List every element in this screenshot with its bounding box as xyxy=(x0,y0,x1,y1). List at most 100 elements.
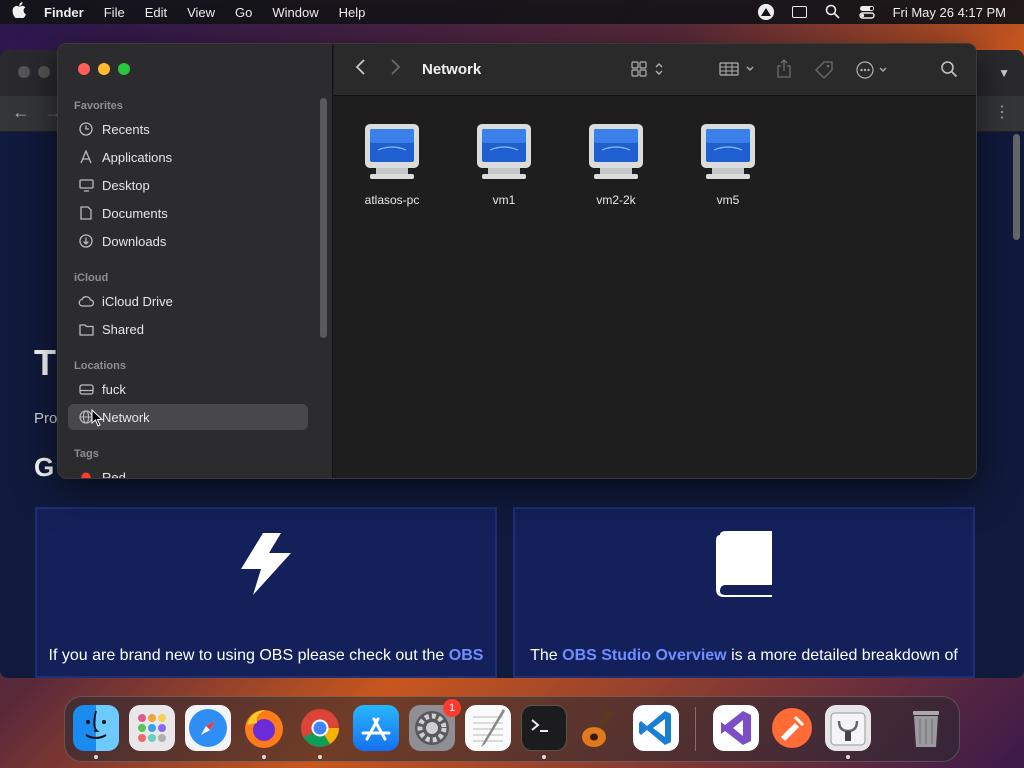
sidebar-item-label: Applications xyxy=(102,149,173,165)
browser-back-icon[interactable]: ← xyxy=(12,102,30,123)
menu-view[interactable]: View xyxy=(177,5,225,20)
desktop-icon xyxy=(78,177,94,193)
menu-edit[interactable]: Edit xyxy=(135,5,177,20)
icon-view-toggle-icon[interactable] xyxy=(631,60,667,83)
menu-file[interactable]: File xyxy=(94,5,135,20)
dock-running-indicator xyxy=(846,755,850,759)
sidebar-section-icloud: iCloud xyxy=(74,272,109,284)
dock-firefox-icon[interactable] xyxy=(241,705,287,751)
window-title: Network xyxy=(422,61,482,78)
sidebar-item-documents[interactable]: Documents xyxy=(68,200,308,226)
computer-icon xyxy=(458,122,550,187)
sidebar-item-label: Network xyxy=(102,409,150,425)
disk-icon xyxy=(78,381,94,397)
sidebar-item-tag-red[interactable]: Red xyxy=(68,464,308,479)
dock-chrome-icon[interactable] xyxy=(297,705,343,751)
back-icon[interactable] xyxy=(354,58,366,82)
cloud-icon xyxy=(78,293,94,309)
network-computer-item[interactable]: vm2-2k xyxy=(570,122,662,207)
dock-running-indicator xyxy=(94,755,98,759)
getting-started-card: If you are brand new to using OBS please… xyxy=(35,507,497,678)
app-menu[interactable]: Finder xyxy=(38,5,94,20)
dock-postman-icon[interactable] xyxy=(769,705,815,751)
shared-folder-icon xyxy=(78,321,94,337)
close-button[interactable] xyxy=(78,63,90,75)
sidebar-item-desktop[interactable]: Desktop xyxy=(68,172,308,198)
card-text: The xyxy=(530,647,563,664)
dock-system-settings-icon[interactable]: 1 xyxy=(409,699,461,751)
control-center-icon[interactable] xyxy=(858,4,875,20)
computer-icon xyxy=(346,122,438,187)
sidebar-item-label: Desktop xyxy=(102,177,150,193)
share-icon[interactable] xyxy=(776,59,792,84)
menu-go[interactable]: Go xyxy=(225,5,262,20)
dock-finder-icon[interactable] xyxy=(73,705,119,751)
dock-terminal-icon[interactable] xyxy=(521,705,567,751)
network-computer-item[interactable]: vm1 xyxy=(458,122,550,207)
dock-visual-studio-icon[interactable] xyxy=(713,705,759,751)
tab-list-chevron-icon[interactable]: ▼ xyxy=(998,66,1010,80)
group-by-icon[interactable] xyxy=(719,60,757,83)
dock-running-indicator xyxy=(542,755,546,759)
card-text: If you are brand new to using OBS please… xyxy=(48,647,449,664)
browser-scrollbar[interactable] xyxy=(1013,134,1020,240)
sidebar-section-locations: Locations xyxy=(74,360,126,372)
sidebar-item-label: Shared xyxy=(102,321,144,337)
sidebar-item-shared[interactable]: Shared xyxy=(68,316,308,342)
finder-toolbar: Network xyxy=(334,44,976,96)
dock-vscode-icon[interactable] xyxy=(633,705,679,751)
sidebar-section-tags: Tags xyxy=(74,448,99,460)
status-app-icon[interactable] xyxy=(757,4,774,20)
apple-menu-icon[interactable] xyxy=(0,2,38,22)
tag-icon[interactable] xyxy=(814,60,834,85)
dock-disk-utility-icon[interactable] xyxy=(825,705,871,751)
book-icon xyxy=(714,531,774,602)
sidebar-scrollbar[interactable] xyxy=(320,98,327,338)
zoom-button[interactable] xyxy=(118,63,130,75)
sidebar-item-network[interactable]: Network xyxy=(68,404,308,430)
sidebar-item-downloads[interactable]: Downloads xyxy=(68,228,308,254)
forward-icon[interactable] xyxy=(390,58,402,82)
mouse-cursor-icon xyxy=(91,408,104,432)
finder-window: Favorites Recents Applications Desktop D… xyxy=(57,43,977,479)
sidebar-item-label: Documents xyxy=(102,205,168,221)
dock-launchpad-icon[interactable] xyxy=(129,705,175,751)
item-label: vm5 xyxy=(716,193,740,207)
item-label: vm2-2k xyxy=(596,193,636,207)
item-label: atlasos-pc xyxy=(364,193,420,207)
screen-mirroring-icon[interactable] xyxy=(791,6,807,18)
computer-icon xyxy=(570,122,662,187)
sidebar-item-label: iCloud Drive xyxy=(102,293,173,309)
menubar-clock[interactable]: Fri May 26 4:17 PM xyxy=(893,5,1006,20)
sidebar-item-label: Recents xyxy=(102,121,150,137)
dock-app-store-icon[interactable] xyxy=(353,705,399,751)
spotlight-search-icon[interactable] xyxy=(825,4,841,20)
page-heading-fragment: G xyxy=(34,452,55,482)
sidebar-item-recents[interactable]: Recents xyxy=(68,116,308,142)
dock-garageband-icon[interactable] xyxy=(577,705,623,751)
search-icon[interactable] xyxy=(940,60,958,83)
dock-running-indicator xyxy=(318,755,322,759)
network-computer-item[interactable]: atlasos-pc xyxy=(346,122,438,207)
sidebar-item-label: fuck xyxy=(102,381,126,397)
sidebar-item-applications[interactable]: Applications xyxy=(68,144,308,170)
menu-help[interactable]: Help xyxy=(329,5,376,20)
more-actions-icon[interactable] xyxy=(856,60,890,85)
menu-window[interactable]: Window xyxy=(262,5,328,20)
document-icon xyxy=(78,205,94,221)
network-computer-item[interactable]: vm5 xyxy=(682,122,774,207)
dock-safari-icon[interactable] xyxy=(185,705,231,751)
browser-menu-icon[interactable]: ⋮ xyxy=(994,102,1010,122)
obs-link[interactable]: OBS xyxy=(449,647,484,664)
overview-card: The OBS Studio Overview is a more detail… xyxy=(513,507,975,678)
sidebar-item-icloud-drive[interactable]: iCloud Drive xyxy=(68,288,308,314)
dock-textedit-icon[interactable] xyxy=(465,705,511,751)
page-text-fragment: Pro xyxy=(34,410,58,427)
finder-content: Network atlasos-pc vm1 vm2-2k vm5 xyxy=(334,44,976,478)
dock-trash-icon[interactable] xyxy=(903,705,949,751)
sidebar-item-disk[interactable]: fuck xyxy=(68,376,308,402)
sidebar-item-label: Red xyxy=(102,469,126,479)
obs-overview-link[interactable]: OBS Studio Overview xyxy=(562,647,726,664)
minimize-button[interactable] xyxy=(98,63,110,75)
notification-badge: 1 xyxy=(443,699,461,717)
